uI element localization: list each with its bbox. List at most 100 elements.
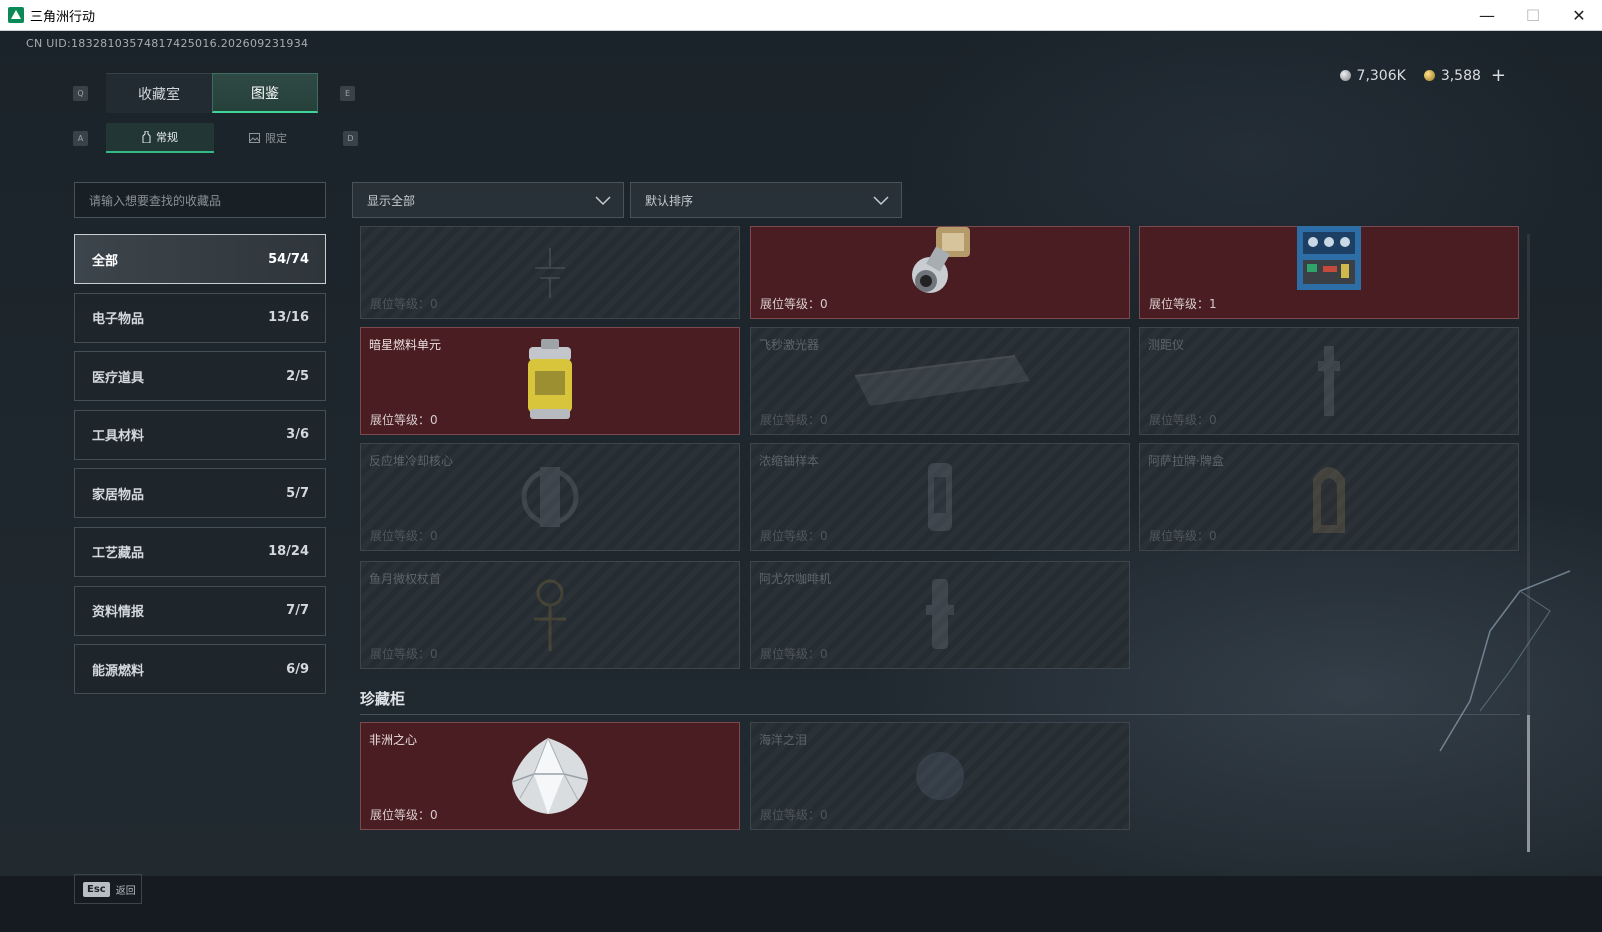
item-name: 鱼月微权杖首 <box>369 572 442 586</box>
item-name: 阿尤尔咖啡机 <box>759 572 832 586</box>
chevron-down-icon <box>595 196 611 206</box>
item-level: 展位等级：0 <box>760 808 828 822</box>
item-level: 展位等级：0 <box>370 808 438 822</box>
tab-regular-label: 常规 <box>156 131 178 144</box>
reactor-icon <box>521 467 579 527</box>
diamond-icon <box>511 737 589 814</box>
category-count: 2/5 <box>286 368 309 384</box>
item-name: 飞秒激光器 <box>759 338 820 352</box>
card-box-icon <box>1313 467 1345 533</box>
category-label: 电子物品 <box>92 312 145 328</box>
main-tabs: 收藏室 图鉴 <box>106 73 318 113</box>
rangefinder-icon <box>1318 346 1340 416</box>
item-name: 暗星燃料单元 <box>369 338 442 352</box>
window-controls: — ☐ ✕ <box>1464 0 1602 31</box>
category-label: 全部 <box>92 253 119 269</box>
image-icon <box>249 133 260 143</box>
gold-amount: 3,588 <box>1440 67 1481 84</box>
item-name: 测距仪 <box>1148 338 1185 352</box>
bottom-bar <box>0 876 1602 932</box>
item-name: 浓缩铀样本 <box>759 454 820 468</box>
currency-bar: 7,306K 3,588 + <box>1339 65 1506 86</box>
category-count: 5/7 <box>286 485 309 501</box>
item-level: 展位等级：0 <box>1149 413 1217 427</box>
collection-item[interactable]: 展位等级：0 <box>360 226 740 319</box>
category-electronics[interactable]: 电子物品 13/16 <box>74 292 326 343</box>
sort-dropdown[interactable]: 默认排序 <box>630 182 902 218</box>
coffee-machine-icon <box>926 579 954 649</box>
bottle-icon <box>142 131 151 143</box>
server-icon <box>1297 225 1361 290</box>
collection-item[interactable]: 暗星燃料单元 展位等级：0 <box>360 327 740 435</box>
category-intel[interactable]: 资料情报 7/7 <box>74 585 326 636</box>
silver-amount: 7,306K <box>1356 67 1406 84</box>
item-level: 展位等级：0 <box>370 297 438 311</box>
category-crafts[interactable]: 工艺藏品 18/24 <box>74 526 326 577</box>
showcase-item[interactable]: 海洋之泪 展位等级：0 <box>750 722 1130 830</box>
lightning-decoration <box>1439 570 1571 752</box>
collection-item[interactable]: 阿萨拉牌·牌盒 展位等级：0 <box>1139 443 1519 551</box>
add-currency-button[interactable]: + <box>1491 65 1506 86</box>
category-label: 医疗道具 <box>92 370 145 386</box>
category-count: 6/9 <box>286 661 309 677</box>
category-label: 资料情报 <box>92 605 145 621</box>
collection-item[interactable]: 展位等级：0 <box>750 226 1130 319</box>
category-energy[interactable]: 能源燃料 6/9 <box>74 644 326 695</box>
item-level: 展位等级：0 <box>760 413 828 427</box>
uranium-icon <box>928 463 952 531</box>
lamp-icon <box>535 247 565 298</box>
category-count: 7/7 <box>286 603 309 619</box>
gold-coin-icon <box>1423 70 1435 81</box>
item-level: 展位等级：0 <box>760 529 828 543</box>
tab-codex[interactable]: 图鉴 <box>212 73 318 113</box>
uid-label: CN UID:18328103574817425016.202609231934 <box>26 37 309 50</box>
silver-currency: 7,306K <box>1339 67 1406 84</box>
item-level: 展位等级：0 <box>370 413 438 427</box>
category-count: 13/16 <box>268 310 309 326</box>
search-input[interactable]: 请输入想要查找的收藏品 <box>74 182 326 218</box>
app-logo-icon <box>8 7 24 23</box>
window-title: 三角洲行动 <box>30 9 96 25</box>
motor-icon <box>912 227 970 294</box>
tab-limited-label: 限定 <box>265 132 287 145</box>
key-hint-d: D <box>343 131 358 146</box>
window-titlebar: 三角洲行动 — ☐ ✕ <box>0 0 1602 31</box>
collection-item[interactable]: 飞秒激光器 展位等级：0 <box>750 327 1130 435</box>
collection-item[interactable]: 展位等级：1 <box>1139 225 1519 319</box>
scepter-icon <box>534 579 566 651</box>
close-button[interactable]: ✕ <box>1556 0 1602 31</box>
showcase-item[interactable]: 非洲之心 展位等级：0 <box>360 722 740 830</box>
filter-dropdown-value: 显示全部 <box>367 193 416 208</box>
category-household[interactable]: 家居物品 5/7 <box>74 468 326 519</box>
sub-tabs: 常规 限定 <box>106 123 322 153</box>
gem-icon <box>916 752 964 800</box>
minimize-button[interactable]: — <box>1464 0 1510 31</box>
back-button[interactable]: Esc 返回 <box>74 874 142 904</box>
tab-regular[interactable]: 常规 <box>106 123 214 153</box>
category-label: 能源燃料 <box>92 663 145 679</box>
fuel-cell-icon <box>528 339 572 419</box>
category-tools[interactable]: 工具材料 3/6 <box>74 409 326 460</box>
collection-item[interactable]: 鱼月微权杖首 展位等级：0 <box>360 561 740 669</box>
item-level: 展位等级：0 <box>370 647 438 661</box>
collection-item[interactable]: 反应堆冷却核心 展位等级：0 <box>360 443 740 551</box>
back-label: 返回 <box>115 885 136 897</box>
filter-dropdown[interactable]: 显示全部 <box>352 182 624 218</box>
category-medical[interactable]: 医疗道具 2/5 <box>74 351 326 402</box>
category-label: 工艺藏品 <box>92 546 145 562</box>
esc-key: Esc <box>83 881 110 897</box>
item-level: 展位等级：1 <box>1149 297 1217 311</box>
tab-collection-room[interactable]: 收藏室 <box>106 73 212 113</box>
item-name: 海洋之泪 <box>759 733 808 747</box>
maximize-button[interactable]: ☐ <box>1510 0 1556 31</box>
tab-limited[interactable]: 限定 <box>214 123 322 153</box>
sort-dropdown-value: 默认排序 <box>645 193 694 208</box>
section-title: 珍藏柜 <box>360 690 406 708</box>
collection-item[interactable]: 测距仪 展位等级：0 <box>1139 327 1519 435</box>
item-name: 阿萨拉牌·牌盒 <box>1148 454 1224 468</box>
category-all[interactable]: 全部 54/74 <box>74 234 326 284</box>
collection-item[interactable]: 阿尤尔咖啡机 展位等级：0 <box>750 561 1130 669</box>
item-level: 展位等级：0 <box>1149 529 1217 543</box>
collection-item[interactable]: 浓缩铀样本 展位等级：0 <box>750 443 1130 551</box>
item-name: 非洲之心 <box>369 733 418 747</box>
